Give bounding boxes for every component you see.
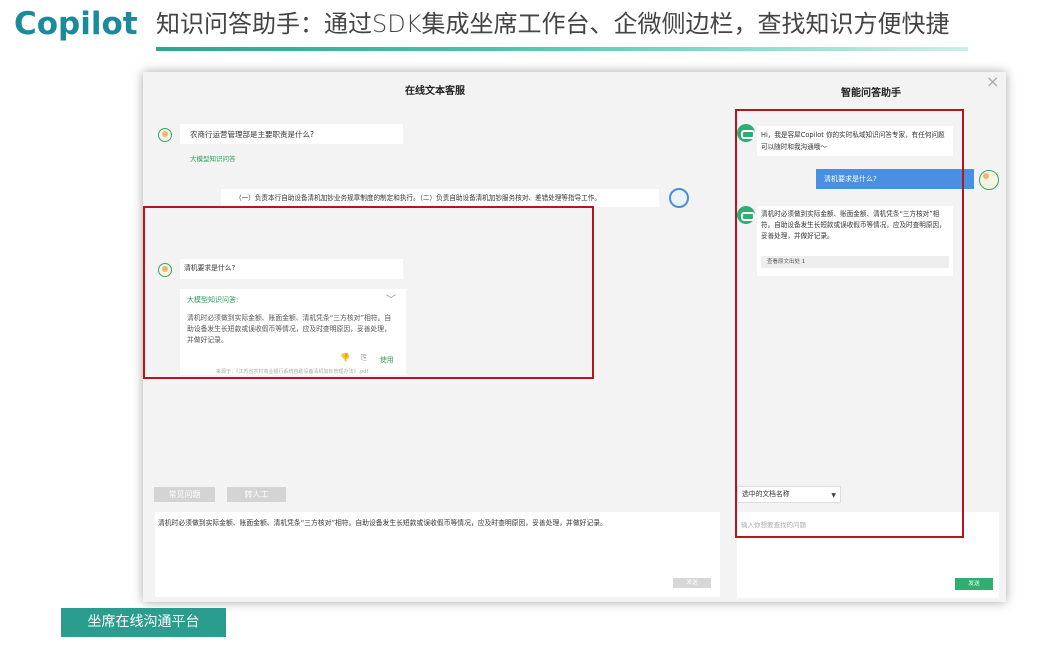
knowledge-tag[interactable]: 大模型知识问答 — [190, 153, 236, 163]
agent-headset-icon — [669, 188, 689, 208]
user-avatar — [979, 170, 999, 190]
transfer-human-button[interactable]: 转人工 — [227, 487, 286, 502]
customer-message-text: 农商行运营管理部是主要职责是什么? — [190, 130, 314, 139]
agent-reply-input-text: 清机时必须做到实际金额、账面金额、清机凭条“三方核对”相符。自助设备发生长短款或… — [158, 519, 607, 527]
agent-message: （一）负责本行自助设备清机加钞业务规章制度的制定和执行。（二）负责自助设备清机加… — [221, 189, 659, 207]
highlight-box-right — [735, 109, 964, 538]
agent-message-text: （一）负责本行自助设备清机加钞业务规章制度的制定和执行。（二）负责自助设备清机加… — [235, 194, 601, 202]
agent-reply-input[interactable]: 清机时必须做到实际金额、账面金额、清机凭条“三方核对”相符。自助设备发生长短款或… — [155, 512, 720, 597]
send-button[interactable]: 发送 — [673, 578, 711, 588]
assistant-send-button[interactable]: 发送 — [955, 578, 993, 590]
highlight-box-left — [143, 206, 594, 379]
copilot-logo: Copilot — [14, 6, 138, 42]
app-window: × 在线文本客服 智能问答助手 农商行运营管理部是主要职责是什么? 大模型知识问… — [143, 72, 1006, 602]
close-icon[interactable]: × — [986, 72, 999, 91]
faq-button[interactable]: 常见问题 — [154, 487, 215, 502]
left-panel-title: 在线文本客服 — [405, 86, 465, 97]
page-headline: 知识问答助手：通过SDK集成坐席工作台、企微侧边栏，查找知识方便快捷 — [156, 10, 950, 38]
customer-avatar — [158, 128, 172, 142]
right-panel-title: 智能问答助手 — [841, 88, 901, 99]
platform-badge: 坐席在线沟通平台 — [61, 608, 226, 637]
customer-message: 农商行运营管理部是主要职责是什么? — [180, 124, 403, 144]
headline-underline — [156, 47, 968, 51]
